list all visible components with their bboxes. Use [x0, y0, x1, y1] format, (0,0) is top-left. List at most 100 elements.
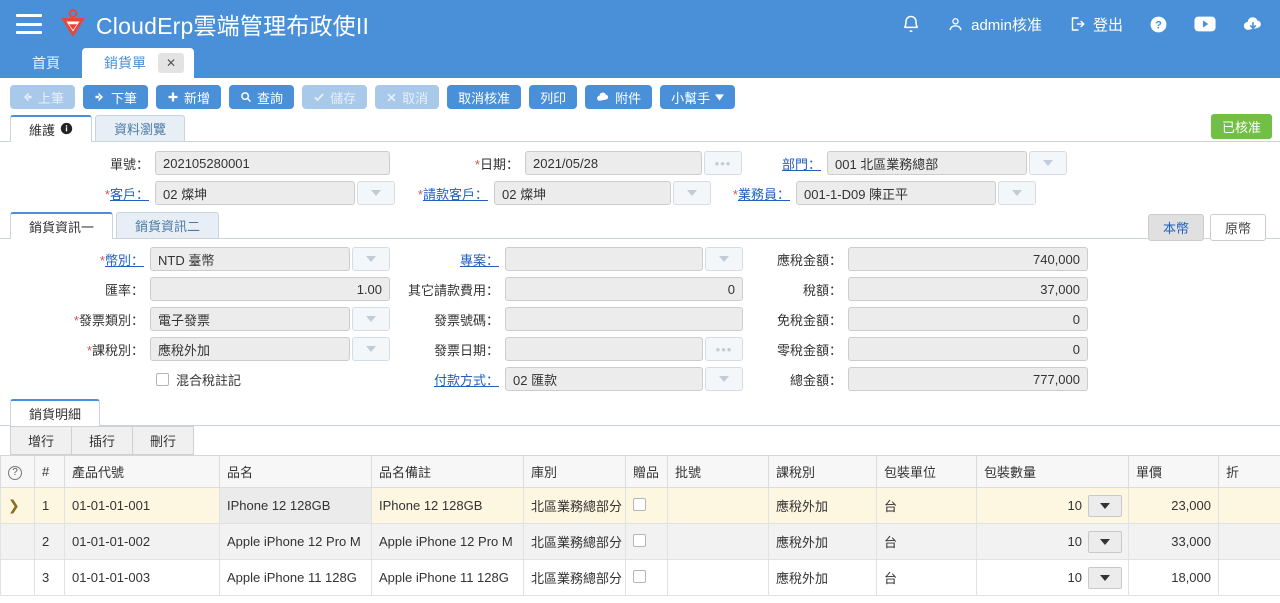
cell-name[interactable]: Apple iPhone 12 Pro M — [219, 523, 372, 560]
bill-customer-dropdown-button[interactable] — [673, 181, 711, 205]
cell-unit_price[interactable]: 33,000 — [1128, 523, 1219, 560]
payment-dropdown-button[interactable] — [705, 367, 743, 391]
insert-row-button[interactable]: 插行 — [72, 426, 134, 455]
salesperson-dropdown-button[interactable] — [998, 181, 1036, 205]
cell-pack_qty[interactable]: 10 — [976, 523, 1129, 560]
cell-discount[interactable] — [1218, 523, 1280, 560]
cell-discount[interactable] — [1218, 559, 1280, 596]
cell-code[interactable]: 01-01-01-002 — [64, 523, 220, 560]
logout-button[interactable]: 登出 — [1068, 14, 1123, 35]
currency-local-button[interactable]: 本幣 — [1147, 214, 1204, 241]
help-icon[interactable]: ? — [8, 466, 22, 480]
payment-field[interactable]: 02 匯款 — [505, 367, 703, 391]
tab-sales-info-1[interactable]: 銷貨資訊一 — [10, 212, 114, 239]
grid-col-name[interactable]: 品名 — [219, 456, 372, 488]
attachment-button[interactable]: 附件 — [585, 85, 653, 109]
page-tab-sales-order[interactable]: 銷貨單 ✕ — [82, 48, 194, 78]
currency-dropdown-button[interactable] — [352, 247, 390, 271]
tax-amount-field[interactable]: 37,000 — [848, 277, 1088, 301]
grid-col-pack_unit[interactable]: 包裝單位 — [876, 456, 977, 488]
tab-maintain[interactable]: 維護 — [10, 115, 93, 142]
cell-idx[interactable]: 3 — [34, 559, 65, 596]
print-button[interactable]: 列印 — [529, 85, 578, 109]
salesperson-field[interactable]: 001-1-D09 陳正平 — [796, 181, 996, 205]
table-row[interactable]: 3 01-01-01-003 Apple iPhone 11 128G Apple i… — [0, 559, 1280, 596]
close-icon[interactable]: ✕ — [158, 53, 184, 73]
cell-warehouse[interactable]: 北區業務總部分 — [523, 487, 626, 524]
pack-qty-dropdown-button[interactable] — [1088, 530, 1122, 553]
tab-sales-info-2[interactable]: 銷貨資訊二 — [116, 212, 220, 238]
revoke-approval-button[interactable]: 取消核准 — [447, 85, 522, 109]
tax-type-field[interactable]: 應稅外加 — [150, 337, 350, 361]
order-no-field[interactable]: 202105280001 — [155, 151, 390, 175]
cell-pack_unit[interactable]: 台 — [876, 559, 977, 596]
invoice-date-field[interactable] — [505, 337, 703, 361]
other-fee-field[interactable]: 0 — [505, 277, 743, 301]
currency-original-button[interactable]: 原幣 — [1209, 214, 1266, 241]
assistant-button[interactable]: 小幫手 — [660, 85, 736, 109]
cell-idx[interactable]: 2 — [34, 523, 65, 560]
cell-unit_price[interactable]: 18,000 — [1128, 559, 1219, 596]
tab-data-browse[interactable]: 資料瀏覽 — [95, 115, 186, 141]
cell-code[interactable]: 01-01-01-001 — [64, 487, 220, 524]
cell-help[interactable]: ❯ — [0, 487, 35, 524]
cell-tax_type[interactable]: 應稅外加 — [768, 523, 877, 560]
row-expander-icon[interactable]: ❯ — [8, 497, 20, 513]
hamburger-icon[interactable] — [16, 14, 42, 34]
cell-name_note[interactable]: IPhone 12 128GB — [371, 487, 524, 524]
cell-batch[interactable] — [667, 559, 769, 596]
cancel-button[interactable]: 取消 — [375, 85, 440, 109]
user-menu[interactable]: admin核准 — [947, 14, 1042, 35]
grid-col-code[interactable]: 產品代號 — [64, 456, 220, 488]
taxable-amount-field[interactable]: 740,000 — [848, 247, 1088, 271]
grid-col-tax_type[interactable]: 課稅別 — [768, 456, 877, 488]
prev-record-button[interactable]: 上筆 — [10, 85, 76, 109]
currency-field[interactable]: NTD 臺幣 — [150, 247, 350, 271]
cell-discount[interactable] — [1218, 487, 1280, 524]
cell-batch[interactable] — [667, 487, 769, 524]
project-field[interactable] — [505, 247, 703, 271]
table-row[interactable]: 2 01-01-01-002 Apple iPhone 12 Pro M Apple … — [0, 523, 1280, 560]
cell-name[interactable]: Apple iPhone 11 128G — [219, 559, 372, 596]
zero-tax-amount-field[interactable]: 0 — [848, 337, 1088, 361]
cell-idx[interactable]: 1 — [34, 487, 65, 524]
cell-name_note[interactable]: Apple iPhone 11 128G — [371, 559, 524, 596]
date-picker-button[interactable]: ••• — [704, 151, 742, 175]
date-field[interactable]: 2021/05/28 — [525, 151, 702, 175]
gift-checkbox[interactable] — [633, 497, 646, 511]
dept-field[interactable]: 001 北區業務總部 — [827, 151, 1027, 175]
grid-col-warehouse[interactable]: 庫別 — [523, 456, 626, 488]
tab-sales-detail[interactable]: 銷貨明細 — [10, 399, 101, 426]
bill-customer-field[interactable]: 02 燦坤 — [494, 181, 671, 205]
grid-col-pack_qty[interactable]: 包裝數量 — [976, 456, 1129, 488]
cell-name_note[interactable]: Apple iPhone 12 Pro M — [371, 523, 524, 560]
cell-gift[interactable] — [625, 523, 668, 560]
cell-warehouse[interactable]: 北區業務總部分 — [523, 559, 626, 596]
grid-col-discount[interactable]: 折 — [1218, 456, 1280, 488]
cell-help[interactable] — [0, 523, 35, 560]
tax-free-amount-field[interactable]: 0 — [848, 307, 1088, 331]
pack-qty-dropdown-button[interactable] — [1088, 494, 1122, 517]
cell-pack_unit[interactable]: 台 — [876, 523, 977, 560]
invoice-type-field[interactable]: 電子發票 — [150, 307, 350, 331]
invoice-no-field[interactable] — [505, 307, 743, 331]
invoice-date-picker-button[interactable]: ••• — [705, 337, 743, 361]
cell-code[interactable]: 01-01-01-003 — [64, 559, 220, 596]
cell-pack_qty[interactable]: 10 — [976, 487, 1129, 524]
grid-col-batch[interactable]: 批號 — [667, 456, 769, 488]
cell-unit_price[interactable]: 23,000 — [1128, 487, 1219, 524]
cell-batch[interactable] — [667, 523, 769, 560]
cell-name[interactable]: IPhone 12 128GB — [219, 487, 372, 524]
grid-col-idx[interactable]: # — [34, 456, 65, 488]
total-amount-field[interactable]: 777,000 — [848, 367, 1088, 391]
cloud-download-icon[interactable] — [1242, 15, 1264, 33]
tax-type-dropdown-button[interactable] — [352, 337, 390, 361]
invoice-type-dropdown-button[interactable] — [352, 307, 390, 331]
delete-row-button[interactable]: 刪行 — [133, 426, 195, 455]
customer-dropdown-button[interactable] — [357, 181, 395, 205]
grid-col-unit_price[interactable]: 單價 — [1128, 456, 1219, 488]
youtube-icon[interactable] — [1194, 16, 1216, 32]
search-button[interactable]: 查詢 — [229, 85, 295, 109]
table-row[interactable]: ❯ 1 01-01-01-001 IPhone 12 128GB IPhone 12 1… — [0, 487, 1280, 524]
cell-warehouse[interactable]: 北區業務總部分 — [523, 523, 626, 560]
